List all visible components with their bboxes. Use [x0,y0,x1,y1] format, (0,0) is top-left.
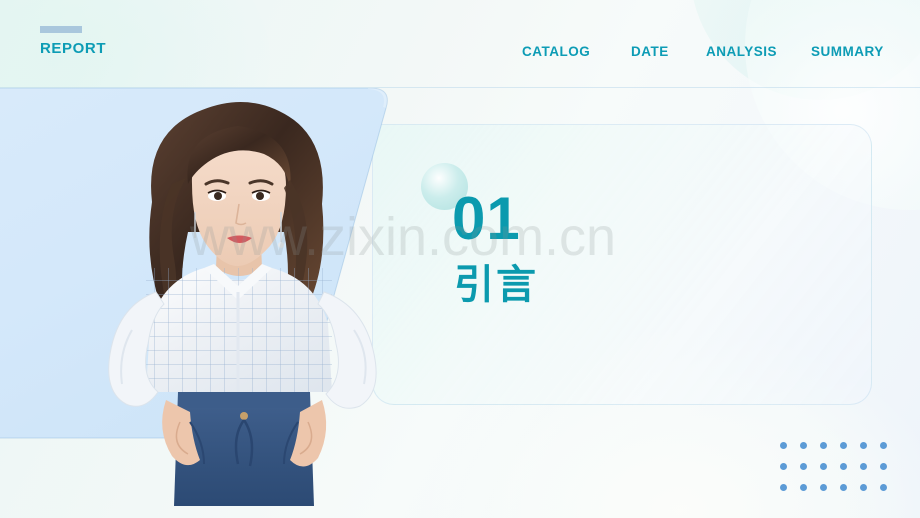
dot [880,463,887,470]
slide-canvas: RESUME [0,0,920,518]
main-nav: CATALOG DATE ANALYSIS SUMMARY [505,43,905,87]
dot [780,442,787,449]
dot [800,463,807,470]
logo-bar-icon [40,26,82,33]
dot [840,463,847,470]
portrait-image [92,92,398,506]
logo[interactable]: REPORT [40,26,106,56]
dot [860,442,867,449]
dot [820,442,827,449]
dot [820,463,827,470]
dot [880,442,887,449]
dot [860,484,867,491]
dot [840,484,847,491]
page-header: REPORT CATALOG DATE ANALYSIS SUMMARY [0,0,920,88]
dot [800,442,807,449]
dot [860,463,867,470]
section-title: 引言 [454,263,538,307]
nav-item-summary[interactable]: SUMMARY [811,43,889,61]
dot [780,463,787,470]
nav-item-catalog[interactable]: CATALOG [522,43,612,61]
nav-item-date[interactable]: DATE [631,43,701,61]
dot [780,484,787,491]
dot [820,484,827,491]
nav-item-analysis[interactable]: ANALYSIS [706,43,796,61]
dot [840,442,847,449]
dot-grid-decoration [780,442,900,505]
dot [800,484,807,491]
section-number: 01 [452,185,521,252]
logo-text: REPORT [40,40,107,57]
dot [880,484,887,491]
